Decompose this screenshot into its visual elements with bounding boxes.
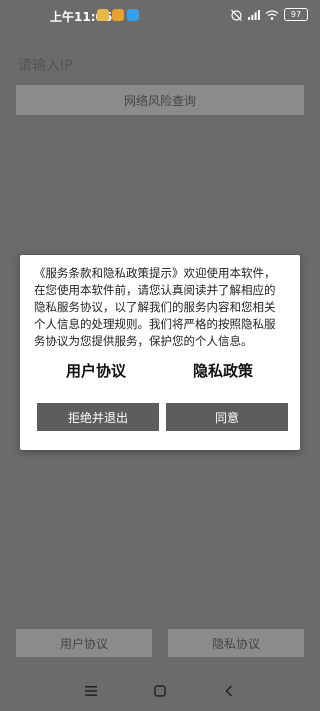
signal-icon	[248, 9, 260, 20]
notification-app-icon	[112, 9, 124, 21]
status-indicators: 97	[230, 8, 308, 21]
reject-and-exit-button[interactable]: 拒绝并退出	[37, 403, 159, 431]
navigation-bar	[0, 670, 320, 711]
status-bar: 上午11:06 97	[0, 0, 320, 30]
user-agreement-link[interactable]: 用户协议	[66, 360, 126, 381]
wifi-icon	[265, 9, 279, 20]
dialog-message: 《服务条款和隐私政策提示》欢迎使用本软件，在您使用本软件前，请您认真阅读并了解相…	[34, 266, 276, 348]
user-agreement-button[interactable]: 用户协议	[16, 629, 152, 657]
notification-app-icon	[97, 9, 109, 21]
privacy-agreement-button[interactable]: 隐私协议	[168, 629, 304, 657]
privacy-dialog: 《服务条款和隐私政策提示》欢迎使用本软件，在您使用本软件前，请您认真阅读并了解相…	[20, 255, 300, 450]
ip-input[interactable]	[18, 52, 304, 80]
alarm-off-icon	[231, 9, 242, 21]
notification-icons	[97, 9, 139, 21]
network-risk-query-button[interactable]: 网络风险查询	[16, 85, 304, 115]
notification-app-icon	[127, 9, 139, 21]
battery-icon: 97	[284, 8, 308, 21]
menu-icon[interactable]	[76, 680, 106, 702]
back-icon[interactable]	[214, 680, 244, 702]
privacy-policy-link[interactable]: 隐私政策	[193, 360, 253, 381]
home-icon[interactable]	[145, 680, 175, 702]
agree-button[interactable]: 同意	[166, 403, 288, 431]
